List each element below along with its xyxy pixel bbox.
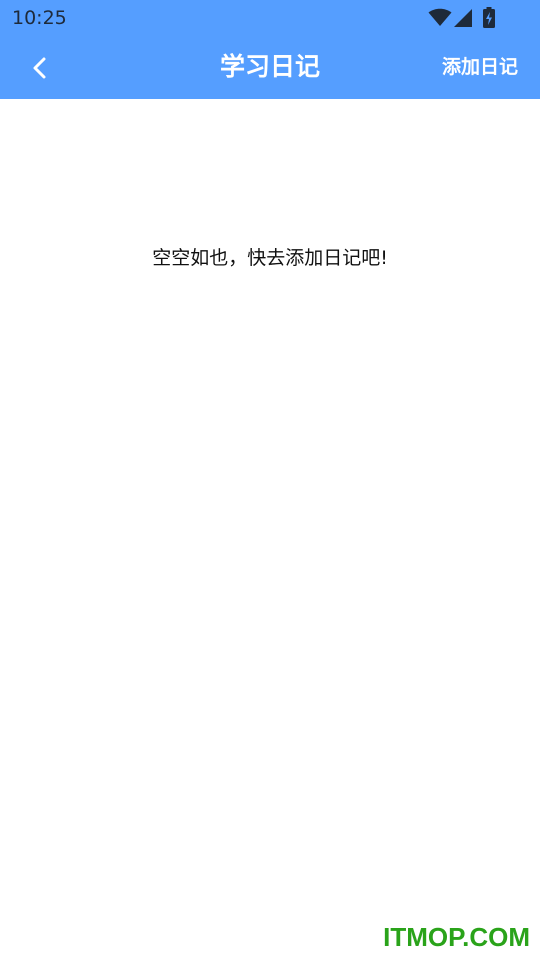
wifi-icon (428, 8, 452, 26)
chevron-left-icon (33, 57, 46, 79)
cellular-signal-icon (454, 9, 472, 27)
screen: 10:25 学习日记 添加日记 空空如也，快去添加日记吧! ITMOP.COM (0, 0, 540, 960)
status-time: 10:25 (12, 7, 67, 29)
status-bar: 10:25 (0, 0, 540, 36)
back-button[interactable] (22, 51, 58, 85)
empty-state-message: 空空如也，快去添加日记吧! (152, 247, 388, 269)
app-bar: 学习日记 添加日记 (0, 36, 540, 99)
add-diary-button[interactable]: 添加日记 (442, 53, 518, 81)
status-icons (428, 7, 502, 29)
page-title: 学习日记 (219, 52, 320, 81)
watermark-logo: ITMOP.COM (383, 922, 530, 952)
battery-charging-icon (483, 7, 495, 28)
